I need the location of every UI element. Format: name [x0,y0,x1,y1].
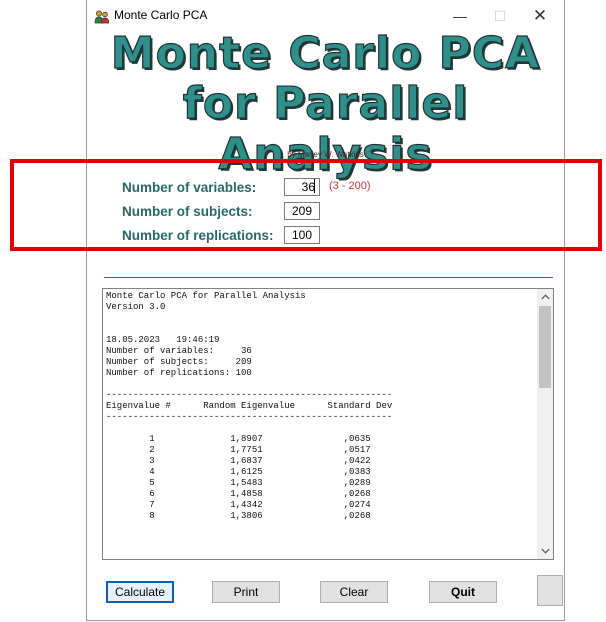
banner-author: by Marley W. Watkins [287,150,364,159]
variables-range-hint: (3 - 200) [329,180,371,192]
blank-button[interactable] [537,575,563,606]
replications-input[interactable] [284,226,320,244]
people-icon [94,10,110,24]
replications-row: Number of replications: [122,225,320,245]
chevron-up-icon[interactable] [537,289,553,305]
window-title: Monte Carlo PCA [114,8,208,22]
output-text: Monte Carlo PCA for Parallel Analysis Ve… [106,291,393,521]
maximize-icon: ☐ [493,7,507,24]
variables-label: Number of variables: [122,179,257,195]
print-button[interactable]: Print [212,581,280,603]
clear-button[interactable]: Clear [320,581,388,603]
vertical-scrollbar[interactable] [537,289,553,559]
banner: Monte Carlo PCA for Parallel Analysis by… [87,24,564,180]
close-icon: ✕ [532,6,548,25]
banner-subtitle: for Parallel Analysis [182,77,469,180]
subjects-input[interactable] [284,202,320,220]
calculate-button[interactable]: Calculate [106,581,174,603]
minimize-icon: — [453,8,467,24]
replications-label: Number of replications: [122,227,274,243]
quit-button[interactable]: Quit [429,581,497,603]
banner-title: Monte Carlo PCA [110,27,541,79]
section-divider [104,277,553,278]
subjects-label: Number of subjects: [122,203,253,219]
subjects-row: Number of subjects: [122,201,320,221]
text-caret [314,179,315,193]
chevron-down-icon[interactable] [537,543,553,559]
scroll-thumb[interactable] [539,306,551,388]
output-textbox[interactable]: Monte Carlo PCA for Parallel Analysis Ve… [102,288,554,560]
variables-row: Number of variables: (3 - 200) [122,177,371,197]
